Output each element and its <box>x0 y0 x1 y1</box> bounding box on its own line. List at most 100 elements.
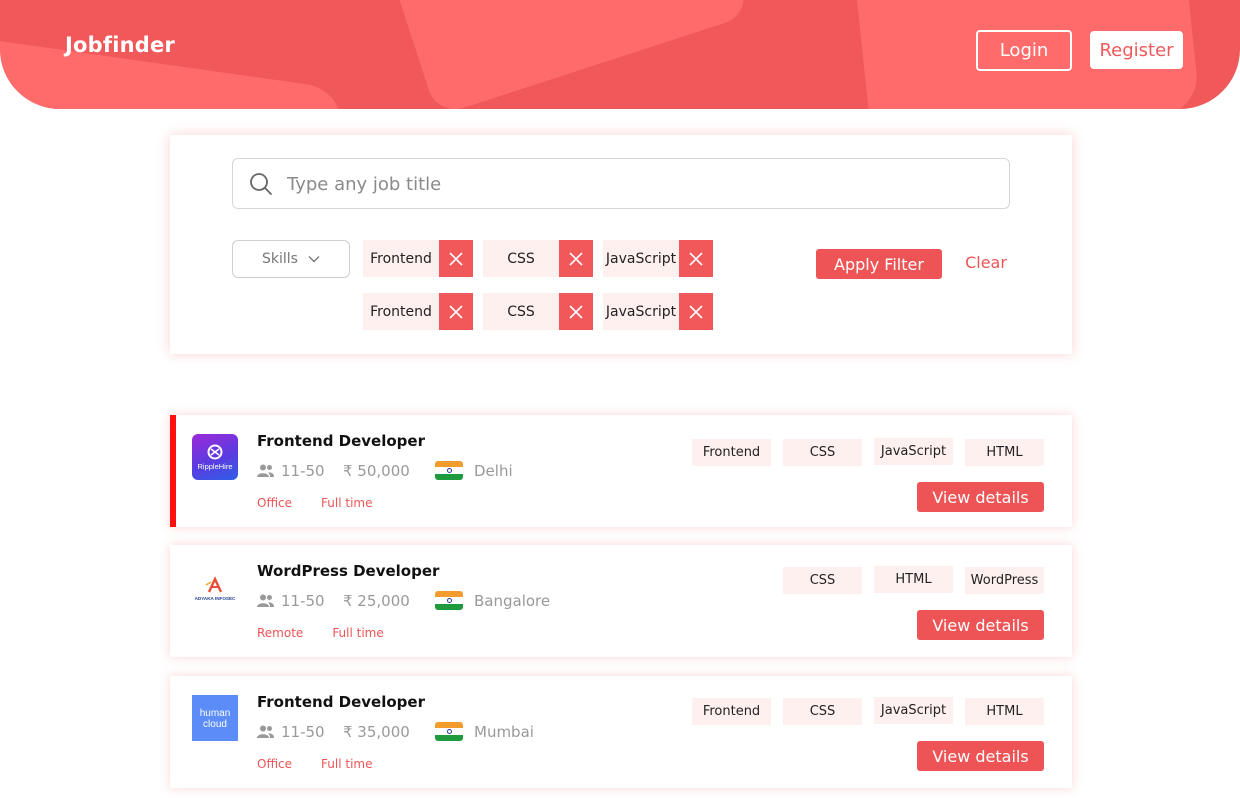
skill-tag: CSS <box>783 567 862 594</box>
filter-panel: Skills Frontend CSS JavaScript Frontend … <box>170 135 1072 354</box>
svg-text:ADYAKA INFOSEC: ADYAKA INFOSEC <box>195 596 236 601</box>
job-tags: Office Full time <box>257 757 372 771</box>
close-icon <box>449 304 463 319</box>
chevron-down-icon <box>308 256 320 263</box>
company-size-value: 11-50 <box>281 591 325 610</box>
skill-chip: Frontend <box>363 240 473 277</box>
job-card[interactable]: RippleHire Frontend Developer 11-50 ₹ 50… <box>170 415 1072 527</box>
close-icon <box>449 251 463 266</box>
skill-tag: CSS <box>783 439 862 466</box>
location: Bangalore <box>435 591 550 610</box>
skill-chip-label: JavaScript <box>605 250 677 267</box>
india-flag-icon <box>435 722 463 741</box>
skill-tag: Frontend <box>692 698 771 725</box>
job-tags: Remote Full time <box>257 626 384 640</box>
india-flag-icon <box>435 461 463 480</box>
company-size-value: 11-50 <box>281 722 325 741</box>
job-tags: Office Full time <box>257 496 372 510</box>
search-box[interactable] <box>232 158 1010 209</box>
job-meta: 11-50 ₹ 25,000 Bangalore <box>257 591 550 610</box>
skill-chip: JavaScript <box>603 293 713 330</box>
skill-tag: WordPress <box>965 567 1044 594</box>
svg-text:cloud: cloud <box>203 719 227 730</box>
remove-skill-button[interactable] <box>559 293 593 330</box>
register-button[interactable]: Register <box>1090 31 1183 69</box>
clear-filter-button[interactable]: Clear <box>962 253 1010 272</box>
svg-text:human: human <box>200 708 231 719</box>
close-icon <box>569 251 583 266</box>
skill-chip-label: Frontend <box>370 250 432 267</box>
skill-tag: CSS <box>783 698 862 725</box>
skill-tag: Frontend <box>692 439 771 466</box>
skill-chip: Frontend <box>363 293 473 330</box>
job-type: Full time <box>321 757 373 771</box>
work-mode: Office <box>257 496 293 510</box>
job-card[interactable]: ADYAKA INFOSEC WordPress Developer 11-50… <box>170 545 1072 657</box>
location-name: Bangalore <box>474 591 551 610</box>
company-logo-humancloud: human cloud <box>192 695 238 741</box>
work-mode: Office <box>257 757 293 771</box>
job-title[interactable]: WordPress Developer <box>257 562 439 580</box>
skill-tag: HTML <box>874 566 953 593</box>
remove-skill-button[interactable] <box>439 293 473 330</box>
search-input[interactable] <box>287 169 987 199</box>
skill-chip: JavaScript <box>603 240 713 277</box>
humancloud-logo-icon: human cloud <box>200 708 231 730</box>
skill-chip-label: CSS <box>507 303 535 320</box>
skill-chip: CSS <box>483 293 593 330</box>
job-type: Full time <box>332 626 384 640</box>
job-card[interactable]: human cloud Frontend Developer 11-50 ₹ 3… <box>170 676 1072 788</box>
company-size: 11-50 <box>257 723 343 741</box>
svg-text:RippleHire: RippleHire <box>197 462 232 471</box>
header: Jobfinder Login Register <box>0 0 1240 109</box>
skills-dropdown-label: Skills <box>262 251 298 267</box>
header-decoration <box>378 0 752 109</box>
location: Delhi <box>435 461 513 480</box>
location-name: Mumbai <box>474 722 534 741</box>
salary: ₹ 25,000 <box>343 591 410 610</box>
login-button[interactable]: Login <box>976 30 1072 71</box>
location: Mumbai <box>435 722 534 741</box>
app-logo[interactable]: Jobfinder <box>65 33 175 57</box>
remove-skill-button[interactable] <box>679 240 713 277</box>
skills-dropdown[interactable]: Skills <box>232 240 350 278</box>
view-details-button[interactable]: View details <box>917 741 1044 771</box>
job-title[interactable]: Frontend Developer <box>257 432 425 450</box>
company-size-value: 11-50 <box>281 461 325 480</box>
ripplehire-logo-icon: RippleHire <box>197 444 233 471</box>
people-icon <box>257 464 274 477</box>
search-icon <box>250 173 272 195</box>
skill-chip-label: CSS <box>507 250 535 267</box>
apply-filter-button[interactable]: Apply Filter <box>816 249 942 279</box>
remove-skill-button[interactable] <box>439 240 473 277</box>
skill-chip-label: Frontend <box>370 303 432 320</box>
company-logo-adyaka: ADYAKA INFOSEC <box>192 564 238 610</box>
view-details-button[interactable]: View details <box>917 482 1044 512</box>
job-title[interactable]: Frontend Developer <box>257 693 425 711</box>
people-icon <box>257 594 274 607</box>
skill-tag: HTML <box>965 439 1044 466</box>
adyaka-logo-icon: ADYAKA INFOSEC <box>195 576 236 601</box>
work-mode: Remote <box>257 626 304 640</box>
company-size: 11-50 <box>257 592 343 610</box>
close-icon <box>569 304 583 319</box>
close-icon <box>689 304 703 319</box>
skill-chip: CSS <box>483 240 593 277</box>
skill-tag: JavaScript <box>874 438 953 465</box>
skill-tag: JavaScript <box>874 697 953 724</box>
skill-chip-label: JavaScript <box>605 303 677 320</box>
salary: ₹ 50,000 <box>343 461 410 480</box>
job-type: Full time <box>321 496 373 510</box>
salary: ₹ 35,000 <box>343 722 410 741</box>
job-meta: 11-50 ₹ 35,000 Mumbai <box>257 722 534 741</box>
remove-skill-button[interactable] <box>559 240 593 277</box>
view-details-button[interactable]: View details <box>917 610 1044 640</box>
job-meta: 11-50 ₹ 50,000 Delhi <box>257 461 513 480</box>
remove-skill-button[interactable] <box>679 293 713 330</box>
location-name: Delhi <box>474 461 513 480</box>
india-flag-icon <box>435 591 463 610</box>
skill-tag: HTML <box>965 698 1044 725</box>
company-logo-ripplehire: RippleHire <box>192 434 238 480</box>
close-icon <box>689 251 703 266</box>
people-icon <box>257 725 274 738</box>
